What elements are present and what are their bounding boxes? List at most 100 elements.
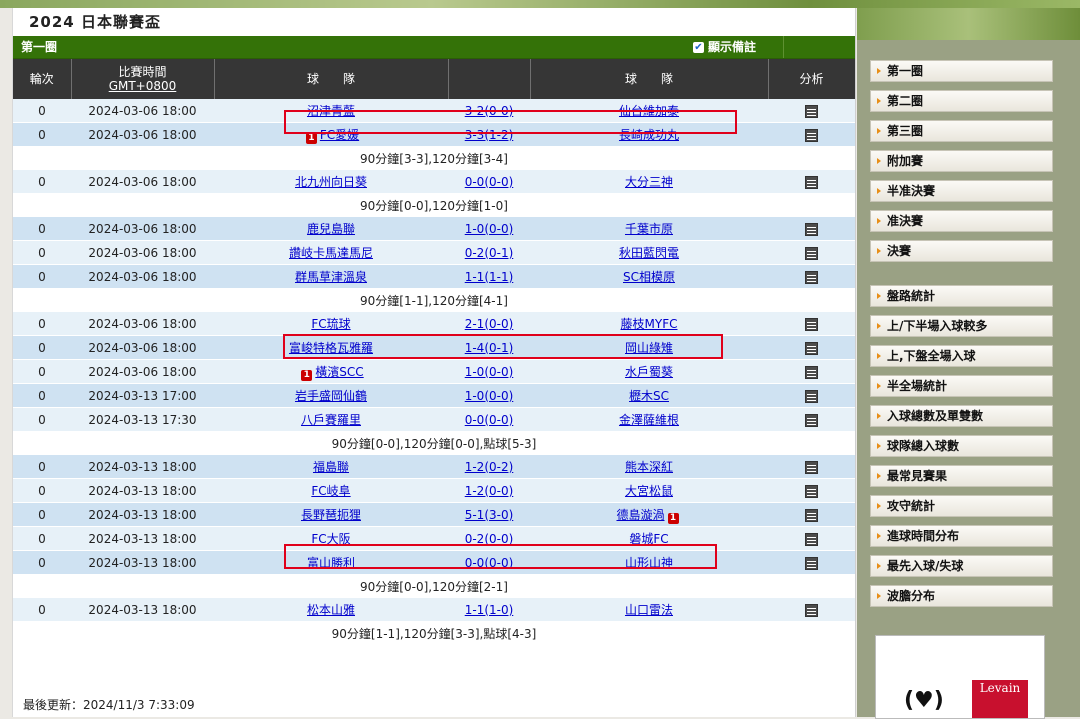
sidebar-stat-item[interactable]: 最常見賽果: [870, 465, 1053, 487]
timezone-link[interactable]: GMT+0800: [109, 79, 177, 93]
checkbox-icon[interactable]: ✔: [693, 41, 704, 53]
sidebar-round-item[interactable]: 第一圈: [870, 60, 1053, 82]
table-row: 0 2024-03-13 17:00 岩手盛岡仙鶴 1-0(0-0) 櫪木SC: [13, 383, 855, 408]
home-team-link[interactable]: 富峻特格瓦雅羅: [289, 341, 373, 355]
sidebar-stat-item[interactable]: 波膽分布: [870, 585, 1053, 607]
score-link[interactable]: 1-2(0-0): [465, 484, 514, 498]
home-team-link[interactable]: 八戶賽羅里: [301, 413, 361, 427]
analysis-icon[interactable]: [805, 270, 818, 284]
home-team-link[interactable]: 富山勝利: [307, 556, 355, 570]
away-team-link[interactable]: SC相模原: [623, 270, 675, 284]
sidebar-round-item[interactable]: 第三圈: [870, 120, 1053, 142]
home-team-link[interactable]: 長野琶扼狸: [301, 508, 361, 522]
score-link[interactable]: 0-2(0-1): [465, 246, 514, 260]
sidebar-stat-item[interactable]: 入球總數及單雙數: [870, 405, 1053, 427]
score-link[interactable]: 1-4(0-1): [465, 341, 514, 355]
round-cell: 0: [13, 99, 71, 123]
score-link[interactable]: 0-0(0-0): [465, 175, 514, 189]
away-team-link[interactable]: 山口雷法: [625, 603, 673, 617]
analysis-icon[interactable]: [805, 175, 818, 189]
score-link[interactable]: 1-0(0-0): [465, 389, 514, 403]
analysis-icon[interactable]: [805, 389, 818, 403]
score-link[interactable]: 3-2(0-0): [465, 104, 514, 118]
sidebar-stat-item[interactable]: 最先入球/失球: [870, 555, 1053, 577]
home-team-link[interactable]: 福島聯: [313, 460, 349, 474]
home-team-link[interactable]: 松本山雅: [307, 603, 355, 617]
home-team-link[interactable]: 群馬草津溫泉: [295, 270, 367, 284]
sidebar-round-item[interactable]: 准決賽: [870, 210, 1053, 232]
analysis-icon[interactable]: [805, 104, 818, 118]
sidebar-stat-item[interactable]: 上,下盤全場入球: [870, 345, 1053, 367]
score-link[interactable]: 1-0(0-0): [465, 222, 514, 236]
analysis-icon[interactable]: [805, 460, 818, 474]
sidebar-stat-item[interactable]: 進球時間分布: [870, 525, 1053, 547]
sidebar-round-item[interactable]: 第二圈: [870, 90, 1053, 112]
home-team-link[interactable]: 讚岐卡馬達馬尼: [289, 246, 373, 260]
score-link[interactable]: 0-0(0-0): [465, 556, 514, 570]
analysis-icon[interactable]: [805, 365, 818, 379]
score-cell: 0-2(0-1): [448, 240, 530, 265]
score-link[interactable]: 0-0(0-0): [465, 413, 514, 427]
away-team-link[interactable]: 大分三神: [625, 175, 673, 189]
score-link[interactable]: 3-3(1-2): [465, 128, 514, 142]
home-team-link[interactable]: 岩手盛岡仙鶴: [295, 389, 367, 403]
away-team-link[interactable]: 仙台維加泰: [619, 104, 679, 118]
score-link[interactable]: 1-0(0-0): [465, 365, 514, 379]
sidebar-stat-item[interactable]: 攻守統計: [870, 495, 1053, 517]
away-team-link[interactable]: 千葉市原: [625, 222, 673, 236]
home-team-link[interactable]: FC岐阜: [311, 484, 350, 498]
away-team-link[interactable]: 藤枝MYFC: [621, 317, 678, 331]
sidebar-stat-item[interactable]: 半全場統計: [870, 375, 1053, 397]
analysis-icon[interactable]: [805, 246, 818, 260]
red-card-icon: 1: [301, 369, 313, 381]
away-team-link[interactable]: 山形山神: [625, 556, 673, 570]
analysis-icon[interactable]: [805, 603, 818, 617]
home-team-link[interactable]: 鹿兒島聯: [307, 222, 355, 236]
time-cell: 2024-03-13 18:00: [71, 597, 214, 622]
home-team-link[interactable]: 沼津青藍: [307, 104, 355, 118]
score-link[interactable]: 5-1(3-0): [465, 508, 514, 522]
analysis-icon[interactable]: [805, 317, 818, 331]
away-team-cell: 櫪木SC: [530, 383, 768, 408]
sidebar: 第一圈第二圈第三圈附加賽半准決賽准決賽決賽盤路統計上/下半場入球較多 上,下盤全場…: [857, 8, 1080, 719]
away-team-link[interactable]: 秋田藍閃電: [619, 246, 679, 260]
away-team-link[interactable]: 水戶蜀葵: [625, 365, 673, 379]
sidebar-stat-item[interactable]: 上/下半場入球較多: [870, 315, 1053, 337]
home-team-link[interactable]: FC大阪: [311, 532, 350, 546]
promo-banner[interactable]: (♥) Levain: [875, 635, 1045, 719]
away-team-link[interactable]: 金澤薩維根: [619, 413, 679, 427]
analysis-cell: [768, 550, 855, 575]
away-team-link[interactable]: 德島漩渦: [616, 508, 664, 522]
away-team-link[interactable]: 磐城FC: [629, 532, 668, 546]
analysis-cell: [768, 99, 855, 123]
sidebar-round-item[interactable]: 半准決賽: [870, 180, 1053, 202]
analysis-icon[interactable]: [805, 484, 818, 498]
score-link[interactable]: 1-1(1-0): [465, 603, 514, 617]
sidebar-round-item[interactable]: 決賽: [870, 240, 1053, 262]
away-team-link[interactable]: 長崎成功丸: [619, 128, 679, 142]
score-link[interactable]: 1-1(1-1): [465, 270, 514, 284]
home-team-link[interactable]: FC愛媛: [320, 128, 359, 142]
analysis-icon[interactable]: [805, 128, 818, 142]
away-team-link[interactable]: 岡山綠雉: [625, 341, 673, 355]
analysis-icon[interactable]: [805, 222, 818, 236]
analysis-icon[interactable]: [805, 341, 818, 355]
sidebar-round-item[interactable]: 附加賽: [870, 150, 1053, 172]
away-team-link[interactable]: 櫪木SC: [629, 389, 669, 403]
analysis-icon[interactable]: [805, 413, 818, 427]
analysis-icon[interactable]: [805, 508, 818, 522]
score-link[interactable]: 1-2(0-2): [465, 460, 514, 474]
score-cell: 1-2(0-0): [448, 478, 530, 503]
sidebar-stat-item[interactable]: 球隊總入球數: [870, 435, 1053, 457]
home-team-link[interactable]: 橫濱SCC: [315, 365, 363, 379]
home-team-link[interactable]: FC琉球: [311, 317, 350, 331]
sidebar-stat-item[interactable]: 盤路統計: [870, 285, 1053, 307]
analysis-icon[interactable]: [805, 532, 818, 546]
score-link[interactable]: 2-1(0-0): [465, 317, 514, 331]
away-team-link[interactable]: 大宮松鼠: [625, 484, 673, 498]
score-link[interactable]: 0-2(0-0): [465, 532, 514, 546]
analysis-icon[interactable]: [805, 556, 818, 570]
away-team-link[interactable]: 熊本深紅: [625, 460, 673, 474]
home-team-link[interactable]: 北九州向日葵: [295, 175, 367, 189]
show-notes-toggle[interactable]: ✔ 顯示備註: [693, 36, 773, 58]
